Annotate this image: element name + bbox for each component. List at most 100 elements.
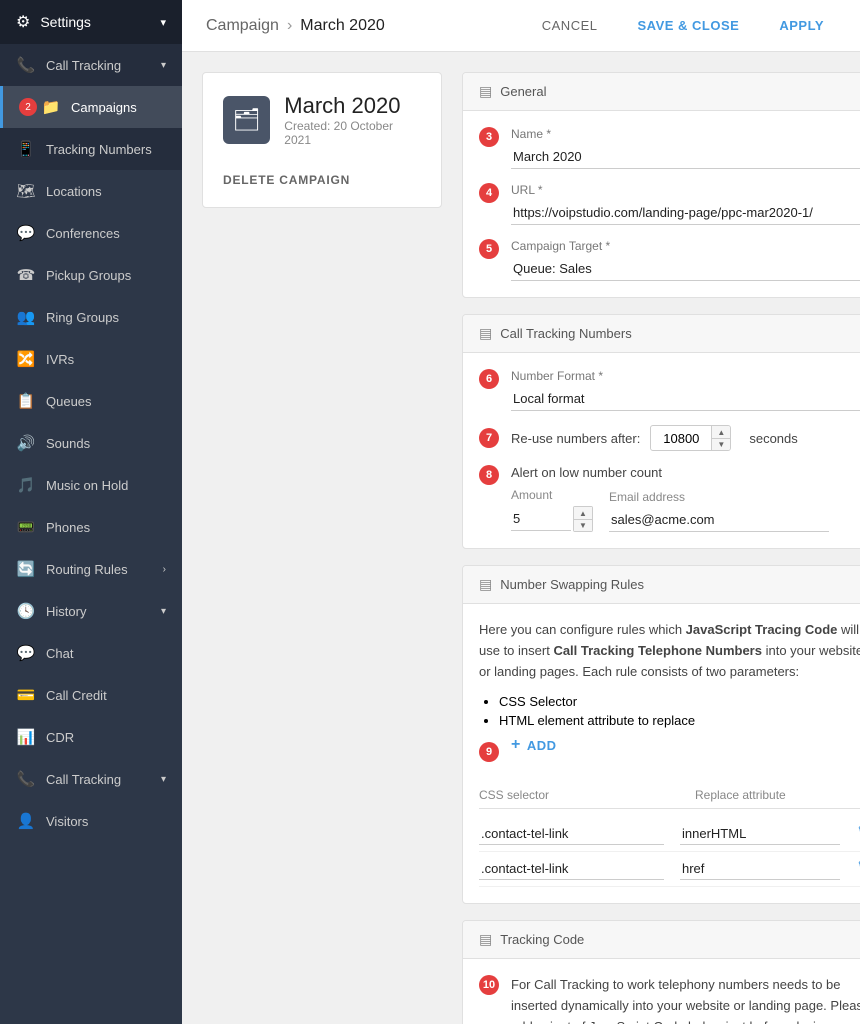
sidebar-header[interactable]: ⚙ Settings ▾ [0, 0, 182, 44]
format-select-wrapper: Local format International format E.164 [511, 387, 860, 411]
sidebar-item-tracking-numbers[interactable]: 📱 Tracking Numbers [0, 128, 182, 170]
css-input-2[interactable] [479, 858, 664, 880]
general-icon: ▤ [479, 83, 492, 100]
url-input[interactable] [511, 201, 860, 225]
sidebar-item-routing-rules[interactable]: 🔄 Routing Rules › [0, 548, 182, 590]
campaign-icon: 🗂 [223, 96, 270, 144]
reuse-input[interactable] [651, 428, 711, 449]
sidebar-item-label: Chat [46, 646, 166, 661]
amount-field: Amount ▲ ▼ [511, 488, 593, 532]
alert-fields-row: Amount ▲ ▼ [511, 488, 860, 532]
reuse-label: Re-use numbers after: [511, 431, 640, 446]
sidebar-item-label: Call Tracking [46, 58, 161, 73]
bullet-css: CSS Selector [499, 694, 860, 709]
sidebar-item-label: Sounds [46, 436, 166, 451]
sidebar-item-call-tracking-top[interactable]: 📞 Call Tracking ▾ [0, 44, 182, 86]
sidebar-item-visitors[interactable]: 👤 Visitors [0, 800, 182, 842]
sidebar-item-ring-groups[interactable]: 👥 Ring Groups [0, 296, 182, 338]
call-tracking-numbers-section: ▤ Call Tracking Numbers 6 Number Format … [462, 314, 860, 549]
sidebar-item-label: Call Credit [46, 688, 166, 703]
swapping-icon: ▤ [479, 576, 492, 593]
cdr-icon: 📊 [16, 728, 36, 746]
save-close-button[interactable]: SAVE & CLOSE [626, 12, 752, 39]
url-field-group: URL * [511, 183, 860, 225]
attr-input-2[interactable] [680, 858, 840, 880]
amount-decrement-button[interactable]: ▼ [574, 519, 592, 531]
amount-spinners: ▲ ▼ [573, 506, 593, 532]
sidebar-item-label: IVRs [46, 352, 166, 367]
breadcrumb-current: March 2020 [300, 17, 385, 35]
sidebar-item-history[interactable]: 🕓 History ▾ [0, 590, 182, 632]
name-field-group: Name * [511, 127, 860, 169]
css-input-1[interactable] [479, 823, 664, 845]
sidebar-item-conferences[interactable]: 💬 Conferences [0, 212, 182, 254]
sidebar-item-label: Ring Groups [46, 310, 166, 325]
add-label: ADD [527, 738, 557, 753]
sidebar-item-locations[interactable]: 🗺 Locations [0, 170, 182, 212]
format-select[interactable]: Local format International format E.164 [511, 387, 860, 411]
email-field-group: Email address [609, 490, 829, 532]
sidebar-item-label: Phones [46, 520, 166, 535]
ctn-title: Call Tracking Numbers [500, 326, 632, 341]
sidebar-item-pickup-groups[interactable]: ☎ Pickup Groups [0, 254, 182, 296]
breadcrumb: Campaign › March 2020 [206, 17, 385, 35]
add-rule-button[interactable]: + ADD [511, 736, 557, 754]
sidebar-item-queues[interactable]: 📋 Queues [0, 380, 182, 422]
delete-rule-1-button[interactable]: 🗑 [856, 824, 860, 844]
sidebar-item-chat[interactable]: 💬 Chat [0, 632, 182, 674]
sidebar-item-label: Locations [46, 184, 166, 199]
chevron-down-icon: ▾ [160, 16, 166, 29]
swapping-section-body: Here you can configure rules which JavaS… [463, 604, 860, 903]
sidebar-item-label: Campaigns [71, 100, 166, 115]
alert-section: Alert on low number count Amount ▲ ▼ [511, 465, 860, 532]
email-input[interactable] [609, 508, 829, 532]
sidebar-item-sounds[interactable]: 🔊 Sounds [0, 422, 182, 464]
sidebar-item-label: History [46, 604, 161, 619]
map-icon: 🗺 [16, 182, 36, 200]
amount-increment-button[interactable]: ▲ [574, 507, 592, 519]
amount-input[interactable] [511, 507, 571, 531]
step-badge-10: 10 [479, 975, 499, 995]
main-content: Campaign › March 2020 CANCEL SAVE & CLOS… [182, 0, 860, 1024]
target-select-wrapper: Queue: Sales Queue: Support IVR: Main Ri… [511, 257, 860, 281]
url-label: URL * [511, 183, 860, 197]
tracking-section-header: ▤ Tracking Code [463, 921, 860, 959]
sidebar-item-call-tracking-bottom[interactable]: 📞 Call Tracking ▾ [0, 758, 182, 800]
sidebar-item-label: Call Tracking [46, 772, 161, 787]
ring-icon: 👥 [16, 308, 36, 326]
sidebar-header-label: Settings [40, 14, 91, 30]
sidebar-item-ivrs[interactable]: 🔀 IVRs [0, 338, 182, 380]
delete-rule-2-button[interactable]: 🗑 [856, 859, 860, 879]
call-tracking-icon: 📞 [16, 770, 36, 788]
attr-input-1[interactable] [680, 823, 840, 845]
breadcrumb-parent[interactable]: Campaign [206, 17, 279, 35]
swapping-title: Number Swapping Rules [500, 577, 644, 592]
reuse-input-wrap: ▲ ▼ [650, 425, 731, 451]
sidebar-item-call-credit[interactable]: 💳 Call Credit [0, 674, 182, 716]
target-field-group: Campaign Target * Queue: Sales Queue: Su… [511, 239, 860, 281]
delete-campaign-button[interactable]: DELETE CAMPAIGN [223, 173, 350, 187]
phone-icon: 📞 [16, 56, 36, 74]
breadcrumb-separator: › [287, 17, 292, 35]
sidebar-item-music-on-hold[interactable]: 🎵 Music on Hold [0, 464, 182, 506]
cancel-button[interactable]: CANCEL [530, 12, 610, 39]
format-field-group: Number Format * Local format Internation… [511, 369, 860, 411]
campaigns-badge: 2 [19, 98, 37, 116]
sidebar-item-cdr[interactable]: 📊 CDR [0, 716, 182, 758]
reuse-increment-button[interactable]: ▲ [712, 426, 730, 438]
step-badge-8: 8 [479, 465, 499, 485]
target-select[interactable]: Queue: Sales Queue: Support IVR: Main Ri… [511, 257, 860, 281]
alert-row-outer: 8 Alert on low number count Amount ▲ [479, 465, 860, 532]
name-input[interactable] [511, 145, 860, 169]
content-area: 🗂 March 2020 Created: 20 October 2021 DE… [182, 52, 860, 1024]
sidebar-item-phones[interactable]: 📟 Phones [0, 506, 182, 548]
sidebar-item-campaigns[interactable]: 2 📁 Campaigns [0, 86, 182, 128]
seconds-label: seconds [749, 431, 797, 446]
reuse-decrement-button[interactable]: ▼ [712, 438, 730, 450]
ctn-bold: Call Tracking Telephone Numbers [553, 643, 762, 658]
chevron-icon: ▾ [161, 60, 166, 71]
tracking-code-section: ▤ Tracking Code 10 For Call Tracking to … [462, 920, 860, 1024]
css-col-header: CSS selector [479, 788, 679, 802]
chevron-icon: › [163, 564, 166, 575]
apply-button[interactable]: APPLY [767, 12, 836, 39]
